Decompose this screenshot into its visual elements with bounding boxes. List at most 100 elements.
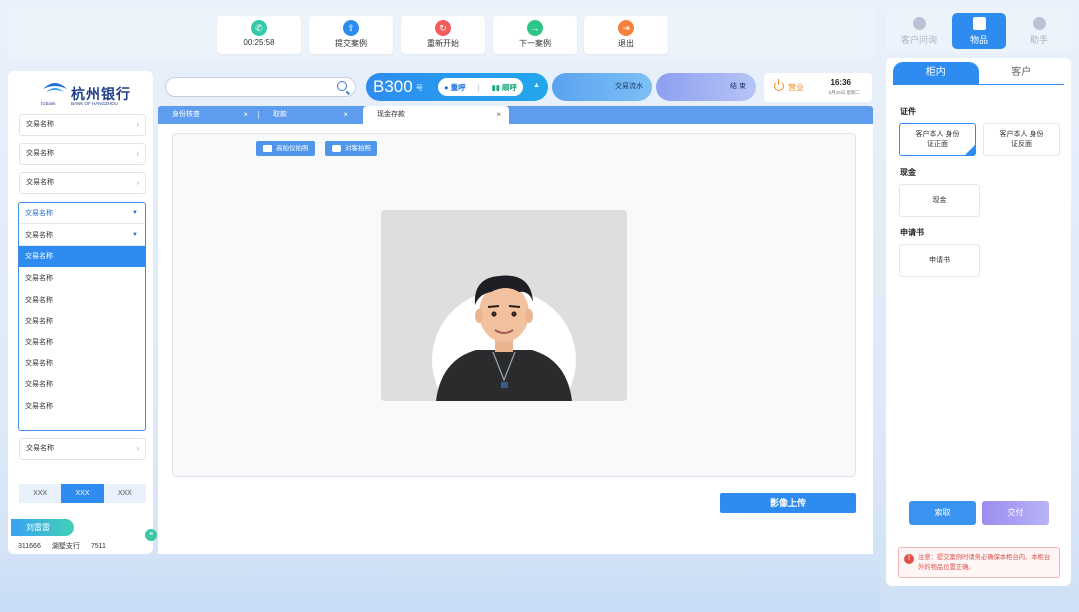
repeat-call-button[interactable]: ● 重呼 (444, 82, 466, 93)
tab-assistant[interactable]: 助手 (1012, 13, 1066, 49)
face-camera-label: 对客拍照 (345, 145, 371, 152)
application-form-card[interactable]: 申请书 (899, 244, 980, 277)
next-case-button[interactable]: → 下一案例 (493, 16, 577, 54)
next-case-icon: → (527, 20, 543, 36)
id-card-back-card[interactable]: 客户本人 身份证反面 (983, 123, 1060, 156)
notice-box: ! 注意：提交案例时请务必确保本柜台内、本柜台外的物品位置正确。 (898, 547, 1060, 578)
chevron-right-icon: › (136, 178, 139, 187)
dropdown-option[interactable]: 交易名称 (19, 353, 145, 374)
tab-customer-inquiry[interactable]: 客户问询 (892, 13, 946, 49)
tab-inside-counter[interactable]: 柜内 (893, 62, 979, 84)
close-icon[interactable]: × (496, 106, 501, 124)
exit-button[interactable]: ⇥ 退出 (584, 16, 668, 54)
restart-icon: ↻ (435, 20, 451, 36)
section-title-application: 申请书 (900, 228, 924, 237)
assistant-icon (1032, 17, 1046, 30)
bank-logo: 杭州银行 hzbank BANK OF HANGZHOU (41, 79, 141, 109)
repeat-call-label: 重呼 (450, 82, 466, 92)
restart-label: 重新开始 (427, 39, 459, 48)
dropdown-option[interactable]: 交易名称 (19, 374, 145, 395)
tab-identity-check-label: 身份核查 (172, 111, 200, 118)
queue-number: B300 (373, 77, 413, 96)
dropdown-header[interactable]: 交易名称 ▼ (19, 203, 145, 224)
transaction-flow-button[interactable]: 交易流水 (552, 73, 652, 101)
teller-code: 7511 (90, 543, 106, 550)
section-title-id-docs: 证件 (900, 107, 916, 116)
call-timer-button[interactable]: ✆ 00:25:58 (217, 16, 301, 54)
business-status[interactable]: 营业 (788, 82, 804, 93)
chevron-right-icon: › (136, 120, 139, 129)
tab-items-label: 物品 (969, 35, 988, 45)
high-camera-button[interactable]: 高拍仪拍照 (256, 141, 315, 156)
restart-button[interactable]: ↻ 重新开始 (401, 16, 485, 54)
exit-icon: ⇥ (618, 20, 634, 36)
queue-unit: 号 (416, 85, 423, 92)
transaction-item[interactable]: 交易名称 › (19, 143, 146, 165)
transaction-item[interactable]: 交易名称 › (19, 438, 146, 460)
dropdown-option[interactable]: 交易名称 (19, 246, 145, 267)
content-tab-strip: 身份核查 × 取款 × 现金存款 × (158, 106, 873, 124)
dropdown-option[interactable]: 交易名称 (19, 396, 145, 417)
submit-case-button[interactable]: ⇪ 提交案例 (309, 16, 393, 54)
tab-cash-deposit[interactable]: 现金存款 × (363, 106, 509, 124)
main-content: 高拍仪拍照 对客拍照 影像上传 (158, 124, 873, 554)
search-icon[interactable] (337, 81, 347, 91)
next-case-label: 下一案例 (519, 39, 551, 48)
menu-toggle-icon[interactable]: ≡ (145, 529, 157, 541)
close-icon[interactable]: × (243, 106, 248, 124)
section-title-cash: 现金 (900, 168, 916, 177)
id-card-back-label: 客户本人 身份证反面 (999, 130, 1044, 148)
dropdown-subheader[interactable]: 交易名称 ▼ (19, 225, 145, 246)
dropdown-option[interactable]: 交易名称 (19, 290, 145, 311)
scanner-icon (263, 145, 272, 152)
segment-control: XXX XXX XXX (19, 484, 146, 503)
tab-withdrawal[interactable]: 取款 × (259, 106, 356, 124)
segment-option[interactable]: XXX (104, 484, 146, 503)
close-icon[interactable]: × (343, 106, 348, 124)
transaction-dropdown[interactable]: 交易名称 ▼ 交易名称 ▼ 交易名称 交易名称 交易名称 交易名称 交易名称 交易名… (18, 202, 146, 431)
clock-time: 16:36 (830, 78, 851, 87)
tab-identity-check[interactable]: 身份核查 × (158, 106, 256, 124)
box-icon (972, 17, 986, 30)
next-call-button[interactable]: ▮▮ 顺呼 (492, 82, 517, 93)
dropdown-option[interactable]: 交易名称 (19, 268, 145, 289)
tab-items[interactable]: 物品 (952, 13, 1006, 49)
queue-panel: B300 号 ● 重呼 | ▮▮ 顺呼 ▲ (366, 73, 548, 101)
search-input[interactable] (165, 77, 356, 97)
left-sidebar: 杭州银行 hzbank BANK OF HANGZHOU 交易名称 › 交易名称 ›… (8, 71, 157, 554)
bank-short-name: hzbank (41, 101, 56, 106)
face-camera-button[interactable]: 对客拍照 (325, 141, 377, 156)
warning-icon: ! (904, 554, 914, 564)
power-icon[interactable] (774, 79, 784, 91)
dropdown-option[interactable]: 交易名称 (19, 332, 145, 353)
id-card-front-card[interactable]: 客户本人 身份证正面 (899, 123, 976, 156)
customer-photo (381, 210, 627, 401)
tab-withdrawal-label: 取款 (273, 111, 287, 118)
transaction-item[interactable]: 交易名称 › (19, 172, 146, 194)
bottom-decoration (0, 556, 880, 612)
upload-image-button[interactable]: 影像上传 (720, 493, 856, 513)
deliver-button[interactable]: 交付 (982, 501, 1049, 525)
transaction-item-label: 交易名称 (26, 121, 54, 128)
dropdown-option[interactable]: 交易名称 (19, 311, 145, 332)
items-panel-tabs: 柜内 客户 (893, 62, 1064, 84)
capture-area: 高拍仪拍照 对客拍照 (172, 133, 856, 477)
chevron-right-icon: › (136, 149, 139, 158)
tab-customer-side[interactable]: 客户 (979, 62, 1065, 84)
application-form-label: 申请书 (929, 256, 950, 264)
segment-option[interactable]: XXX (19, 484, 61, 503)
caret-up-icon[interactable]: ▲ (533, 82, 540, 89)
tab-assistant-label: 助手 (1029, 35, 1048, 45)
call-controls: ● 重呼 | ▮▮ 顺呼 (438, 78, 523, 96)
tab-customer-inquiry-label: 客户问询 (900, 35, 937, 45)
end-button[interactable]: 结 束 (656, 73, 756, 101)
cash-card[interactable]: 现金 (899, 184, 980, 217)
dropdown-header-label: 交易名称 (25, 210, 53, 217)
transaction-item-label: 交易名称 (26, 445, 54, 452)
transaction-item[interactable]: 交易名称 › (19, 114, 146, 136)
next-call-label: 顺呼 (502, 82, 517, 92)
call-divider: | (477, 82, 480, 92)
chevron-right-icon: › (136, 444, 139, 453)
fetch-button[interactable]: 索取 (909, 501, 976, 525)
segment-option-active[interactable]: XXX (61, 484, 104, 503)
